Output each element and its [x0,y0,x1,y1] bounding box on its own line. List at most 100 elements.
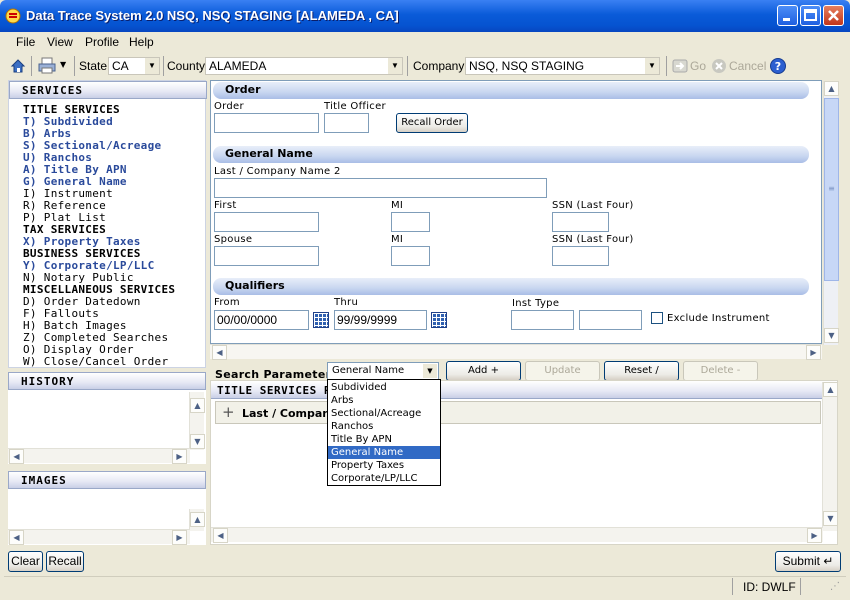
params-header-bar: TITLE SERVICES PA [211,381,837,399]
scroll-up-icon[interactable]: ▲ [190,398,205,413]
go-button[interactable]: Go [690,59,706,73]
spouse-mi-field[interactable] [391,246,430,266]
services-header: SERVICES [9,81,207,99]
spouse-field[interactable] [214,246,319,266]
dropdown-option[interactable]: Title By APN [328,433,440,446]
scroll-left-icon[interactable]: ◀ [9,530,24,545]
search-parameters-select[interactable]: General Name ▼ [327,362,439,380]
county-value: ALAMEDA [209,59,267,73]
recall-button[interactable]: Recall [46,551,84,572]
print-icon[interactable] [38,57,56,74]
maximize-button[interactable] [800,5,821,26]
scroll-right-icon[interactable]: ▶ [172,530,187,545]
form-hscroll[interactable]: ◀ ▶ [210,344,822,360]
dropdown-option[interactable]: General Name [328,446,440,459]
spouse-mi-label: MI [391,234,404,245]
form-vscroll[interactable]: ▲ ≡ ▼ [823,81,839,345]
scroll-right-icon[interactable]: ▶ [172,449,187,464]
county-select[interactable]: ALAMEDA ▼ [205,57,403,75]
mi-field[interactable] [391,212,430,232]
inst-type-field[interactable] [511,310,574,330]
menu-file[interactable]: File [16,35,35,49]
state-select[interactable]: CA ▼ [108,57,160,75]
menu-profile[interactable]: Profile [85,35,119,49]
svg-text:?: ? [775,60,781,73]
history-header: HISTORY [8,372,206,390]
dropdown-option[interactable]: Arbs [328,394,440,407]
update-button[interactable]: Update [525,361,600,381]
last-company-field[interactable] [214,178,547,198]
title-bar: Data Trace System 2.0 NSQ, NSQ STAGING [… [0,0,850,32]
history-hscroll[interactable]: ◀ ▶ [8,448,190,464]
title-officer-field[interactable] [324,113,369,133]
dropdown-option[interactable]: Ranchos [328,420,440,433]
scroll-left-icon[interactable]: ◀ [212,345,227,360]
toolbar-separator [666,56,667,76]
print-dropdown-icon[interactable]: ▼ [60,60,66,69]
app-icon [5,8,21,24]
help-icon[interactable]: ? [770,58,786,74]
reset-button[interactable]: Reset / [604,361,679,381]
ssn-field[interactable] [552,212,609,232]
params-row-label: Last / Company [242,407,338,420]
company-select[interactable]: NSQ, NSQ STAGING ▼ [465,57,660,75]
images-vscroll[interactable]: ▲ [189,509,205,531]
enter-icon: ↵ [823,554,834,568]
spouse-label: Spouse [214,234,253,245]
search-parameters-dropdown[interactable]: Subdivided Arbs Sectional/Acreage Ranchos Ti… [327,379,441,486]
scroll-down-icon[interactable]: ▼ [823,511,838,526]
toolbar-separator [163,56,164,76]
params-vscroll[interactable]: ▲ ▼ [822,382,838,531]
title-officer-label: Title Officer [324,101,386,112]
params-hscroll[interactable]: ◀ ▶ [211,527,823,543]
dropdown-option[interactable]: Subdivided [328,381,440,394]
images-hscroll[interactable]: ◀ ▶ [8,529,190,545]
company-label: Company [413,59,465,73]
inst-type-label: Inst Type [512,298,560,309]
status-bar: ID: DWLF ⋰ [4,576,846,596]
exclude-instrument-checkbox[interactable] [651,312,663,324]
spouse-ssn-field[interactable] [552,246,609,266]
scroll-down-icon[interactable]: ▼ [190,434,205,449]
submit-label: Submit [782,554,820,568]
recall-order-button[interactable]: Recall Order [396,113,468,133]
state-value: CA [112,59,129,73]
home-icon[interactable] [10,58,26,74]
scroll-up-icon[interactable]: ▲ [190,512,205,527]
dropdown-option[interactable]: Property Taxes [328,459,440,472]
scroll-left-icon[interactable]: ◀ [9,449,24,464]
scroll-left-icon[interactable]: ◀ [213,528,228,543]
scrollbar-thumb[interactable]: ≡ [824,98,839,281]
thru-date-field[interactable]: 99/99/9999 [334,310,427,330]
calendar-icon[interactable] [313,312,329,328]
dropdown-option[interactable]: Corporate/LP/LLC [328,472,440,485]
chevron-down-icon: ▼ [423,364,437,378]
params-row[interactable]: + Last / Company [215,401,821,424]
scroll-up-icon[interactable]: ▲ [824,81,839,96]
menu-help[interactable]: Help [129,35,154,49]
close-button[interactable] [823,5,844,26]
search-selected-value: General Name [332,365,405,376]
clear-button[interactable]: Clear [8,551,43,572]
add-button[interactable]: Add + [446,361,521,381]
expand-icon[interactable]: + [222,403,235,421]
minimize-button[interactable] [777,5,798,26]
menu-view[interactable]: View [47,35,73,49]
thru-label: Thru [334,297,359,308]
scroll-up-icon[interactable]: ▲ [823,382,838,397]
calendar-icon[interactable] [431,312,447,328]
history-vscroll[interactable]: ▲ ▼ [189,392,205,450]
dropdown-option[interactable]: Sectional/Acreage [328,407,440,420]
scroll-down-icon[interactable]: ▼ [824,328,839,343]
submit-button[interactable]: Submit ↵ [775,551,841,572]
delete-button[interactable]: Delete - [683,361,758,381]
resize-grip-icon[interactable]: ⋰ [830,581,840,592]
from-date-field[interactable]: 00/00/0000 [214,310,309,330]
order-field[interactable] [214,113,319,133]
inst-type-field-2[interactable] [579,310,642,330]
first-name-field[interactable] [214,212,319,232]
cancel-button[interactable]: Cancel [729,59,766,73]
scroll-right-icon[interactable]: ▶ [806,345,821,360]
service-item[interactable]: W) Close/Cancel Order [23,355,168,368]
scroll-right-icon[interactable]: ▶ [807,528,822,543]
